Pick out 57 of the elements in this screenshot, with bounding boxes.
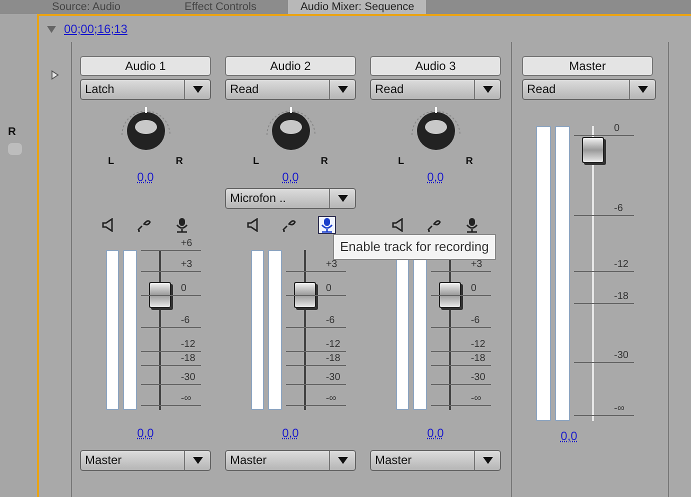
volume-value[interactable]: 0,0 — [560, 427, 578, 445]
automation-mode-dropdown[interactable]: Read — [522, 79, 656, 100]
scale-label: -6 — [470, 316, 480, 326]
scale-label: -6 — [614, 204, 623, 214]
scale-label: -∞ — [326, 394, 336, 404]
scale-label: -30 — [326, 373, 340, 384]
scale-label: -18 — [614, 292, 628, 302]
pan-value[interactable]: 0,0 — [282, 168, 299, 186]
scale-label: -∞ — [180, 394, 192, 404]
tooltip: Enable track for recording — [333, 234, 496, 260]
pan-right-label: R — [176, 156, 183, 168]
volume-value[interactable]: 0,0 — [137, 424, 154, 442]
automation-mode-dropdown[interactable]: Read — [370, 79, 501, 100]
scale-label: 0 — [326, 284, 332, 294]
scale-label: +3 — [326, 260, 338, 270]
output-dropdown[interactable]: Master — [80, 450, 211, 471]
track-name-button[interactable]: Audio 2 — [225, 56, 356, 76]
input-dropdown[interactable]: Microfon .. — [225, 188, 356, 208]
scale-label: -12 — [180, 340, 196, 350]
track-name-button[interactable]: Master — [522, 56, 653, 76]
scale-label: +6 — [180, 239, 192, 249]
scale-label: -6 — [326, 316, 335, 326]
volume-value[interactable]: 0,0 — [282, 424, 299, 442]
scale-label: +3 — [180, 260, 192, 270]
panel-tab[interactable]: Audio Mixer: Sequence — [288, 0, 426, 14]
scale-label: -12 — [614, 260, 628, 270]
timecode[interactable]: 00;00;16;13 — [64, 20, 128, 38]
track-name-button[interactable]: Audio 3 — [370, 56, 501, 76]
automation-mode-dropdown[interactable]: Read — [225, 79, 356, 100]
scale-label: -12 — [326, 340, 340, 350]
pan-right-label: R — [466, 156, 473, 168]
scale-label: -∞ — [470, 394, 482, 404]
panel-fragment-text: R — [8, 125, 17, 140]
scale-label: -18 — [180, 354, 196, 364]
scale-label: -6 — [180, 316, 190, 326]
scale-label: 0 — [614, 124, 620, 134]
scale-label: -18 — [326, 354, 340, 364]
scale-label: -12 — [470, 340, 486, 350]
scale-label: -30 — [470, 373, 486, 384]
scale-label: -30 — [614, 351, 628, 361]
pan-right-label: R — [320, 156, 328, 168]
volume-value[interactable]: 0,0 — [427, 424, 444, 442]
scale-label: -18 — [470, 354, 486, 364]
track-name-button[interactable]: Audio 1 — [80, 56, 211, 76]
scale-label: +3 — [470, 260, 482, 270]
output-dropdown[interactable]: Master — [370, 450, 501, 471]
pan-value[interactable]: 0,0 — [427, 168, 444, 186]
scale-label: -∞ — [614, 404, 624, 414]
scale-label: -30 — [180, 373, 196, 384]
scale-label: 0 — [470, 284, 476, 294]
pan-left-label: L — [108, 156, 114, 168]
scale-label: 0 — [180, 284, 186, 294]
automation-mode-dropdown[interactable]: Latch — [80, 79, 211, 100]
pan-left-label: L — [253, 156, 260, 168]
output-dropdown[interactable]: Master — [225, 450, 356, 471]
pan-left-label: L — [398, 156, 404, 168]
pan-value[interactable]: 0,0 — [137, 168, 154, 186]
